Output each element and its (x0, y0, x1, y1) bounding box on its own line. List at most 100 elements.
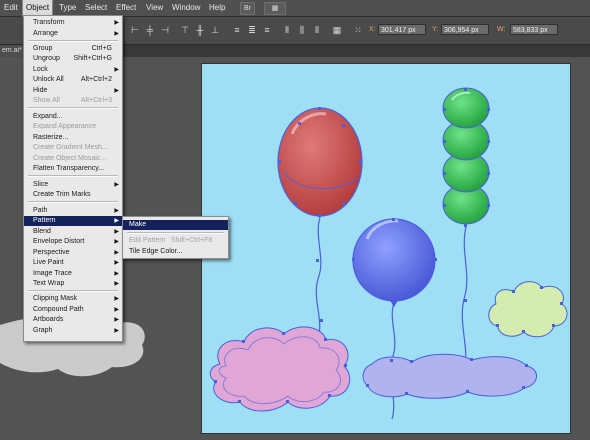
w-label: W: (497, 26, 506, 33)
menu-item-arrange[interactable]: Arrange ▶ (24, 29, 122, 39)
menu-item-transform[interactable]: Transform ▶ (24, 18, 122, 28)
menu-item-label: Group (33, 45, 53, 52)
menu-item-unlock-all[interactable]: Unlock All Alt+Ctrl+2 (24, 75, 122, 85)
menu-item-label: Blend (33, 228, 51, 235)
menu-item-expand-appearance: Expand Appearance (24, 122, 122, 132)
red-balloon[interactable] (277, 107, 363, 217)
pink-cloud[interactable] (209, 326, 351, 412)
menu-item-label: Ungroup (33, 55, 60, 62)
align-left-icon[interactable]: ⊢ (130, 25, 140, 35)
menu-item-label: Path (33, 207, 48, 214)
submenu-arrow-icon: ▶ (114, 328, 119, 334)
menu-item-label: Create Gradient Mesh... (33, 144, 108, 151)
x-field[interactable]: 301,417 px (378, 24, 426, 35)
submenu-arrow-icon: ▶ (114, 182, 119, 188)
bridge-button[interactable]: Br (240, 2, 255, 15)
menu-item-rasterize[interactable]: Rasterize... (24, 133, 122, 143)
menu-item-label: Arrange (33, 30, 58, 37)
menu-item-label: Expand Appearance (33, 123, 97, 130)
artwork (209, 87, 568, 420)
arrange-documents-button[interactable]: ▦ (264, 2, 286, 15)
submenu-item-shortcut: Shift+Ctrl+F8 (171, 237, 213, 244)
distribute-right-icon[interactable]: ⫴ (312, 25, 322, 35)
submenu-item-tile-edge-color[interactable]: Tile Edge Color... (123, 247, 228, 257)
menu-item-label: Expand... (33, 113, 63, 120)
submenu-arrow-icon: ▶ (114, 88, 119, 94)
menu-item-label: Clipping Mask (33, 295, 77, 302)
menu-item-group[interactable]: Group Ctrl+G (24, 44, 122, 54)
lilac-cloud[interactable] (362, 353, 537, 399)
menu-item-slice[interactable]: Slice ▶ (24, 180, 122, 190)
submenu-arrow-icon: ▶ (114, 260, 119, 266)
menu-separator (28, 40, 118, 42)
align-middle-icon[interactable]: ╫ (195, 25, 205, 35)
y-field[interactable]: 306,954 px (441, 24, 489, 35)
align-top-icon[interactable]: ⊤ (180, 25, 190, 35)
menu-item-label: Hide (33, 87, 48, 94)
menu-item-label: Flatten Transparency... (33, 165, 105, 172)
submenu-arrow-icon: ▶ (114, 239, 119, 245)
menu-item-expand[interactable]: Expand... (24, 112, 122, 122)
w-field[interactable]: 583,833 px (510, 24, 558, 35)
menu-item-shortcut: Shift+Ctrl+G (73, 55, 112, 62)
menu-item-perspective[interactable]: Perspective ▶ (24, 248, 122, 258)
menu-item-show-all: Show All Alt+Ctrl+3 (24, 96, 122, 106)
submenu-arrow-icon: ▶ (114, 208, 119, 214)
menu-item-pattern[interactable]: Pattern ▶ (24, 216, 122, 226)
menu-item-label: Transform (33, 19, 65, 26)
distribute-left-icon[interactable]: ⫴ (282, 25, 292, 35)
submenu-arrow-icon: ▶ (114, 307, 119, 313)
submenu-item-make[interactable]: Make (123, 220, 228, 230)
menu-item-compound-path[interactable]: Compound Path ▶ (24, 305, 122, 315)
lime-cloud[interactable] (488, 281, 568, 338)
menu-item-artboards[interactable]: Artboards ▶ (24, 315, 122, 325)
menu-item-text-wrap[interactable]: Text Wrap ▶ (24, 279, 122, 289)
artboard[interactable] (201, 63, 571, 434)
distribute-top-icon[interactable]: ≡ (232, 25, 242, 35)
reference-point-icon[interactable]: ⁙ (352, 25, 364, 35)
distribute-middle-icon[interactable]: ≣ (247, 25, 257, 35)
menu-item-shortcut: Alt+Ctrl+3 (80, 97, 112, 104)
menu-item-label: Perspective (33, 249, 70, 256)
align-bottom-icon[interactable]: ⊥ (210, 25, 220, 35)
menu-separator (28, 107, 118, 109)
y-label: Y: (432, 26, 439, 33)
menu-edit[interactable]: Edit (1, 0, 21, 16)
menu-item-graph[interactable]: Graph ▶ (24, 326, 122, 336)
menu-item-lock[interactable]: Lock ▶ (24, 65, 122, 75)
menu-item-flatten-transparency[interactable]: Flatten Transparency... (24, 164, 122, 174)
menu-effect[interactable]: Effect (113, 0, 139, 16)
submenu-item-label: Edit Pattern (129, 237, 166, 244)
menu-item-blend[interactable]: Blend ▶ (24, 227, 122, 237)
menu-item-hide[interactable]: Hide ▶ (24, 86, 122, 96)
menu-item-envelope-distort[interactable]: Envelope Distort ▶ (24, 237, 122, 247)
menu-view[interactable]: View (143, 0, 166, 16)
menu-item-clipping-mask[interactable]: Clipping Mask ▶ (24, 294, 122, 304)
blue-balloon[interactable] (352, 218, 436, 302)
menu-item-image-trace[interactable]: Image Trace ▶ (24, 269, 122, 279)
menu-type[interactable]: Type (56, 0, 79, 16)
submenu-item-label: Tile Edge Color... (129, 248, 183, 255)
menu-item-ungroup[interactable]: Ungroup Shift+Ctrl+G (24, 54, 122, 64)
menu-object[interactable]: Object (21, 0, 54, 17)
menu-select[interactable]: Select (82, 0, 110, 16)
submenu-arrow-icon: ▶ (114, 317, 119, 323)
menu-item-path[interactable]: Path ▶ (24, 206, 122, 216)
submenu-arrow-icon: ▶ (114, 250, 119, 256)
distribute-center-icon[interactable]: ⫼ (297, 25, 307, 35)
menu-window[interactable]: Window (169, 0, 203, 16)
menu-item-create-trim-marks[interactable]: Create Trim Marks (24, 190, 122, 200)
align-center-icon[interactable]: ╪ (145, 25, 155, 35)
menu-item-label: Show All (33, 97, 60, 104)
menu-item-label: Envelope Distort (33, 238, 85, 245)
menu-separator (127, 232, 224, 234)
align-right-icon[interactable]: ⊣ (160, 25, 170, 35)
align-to-icon[interactable]: ▦ (332, 25, 342, 35)
menu-help[interactable]: Help (206, 0, 228, 16)
distribute-bottom-icon[interactable]: ≡ (262, 25, 272, 35)
menu-item-shortcut: Alt+Ctrl+2 (80, 76, 112, 83)
submenu-arrow-icon: ▶ (114, 31, 119, 37)
green-balloon[interactable] (442, 87, 490, 225)
menu-separator (28, 175, 118, 177)
menu-item-live-paint[interactable]: Live Paint ▶ (24, 258, 122, 268)
